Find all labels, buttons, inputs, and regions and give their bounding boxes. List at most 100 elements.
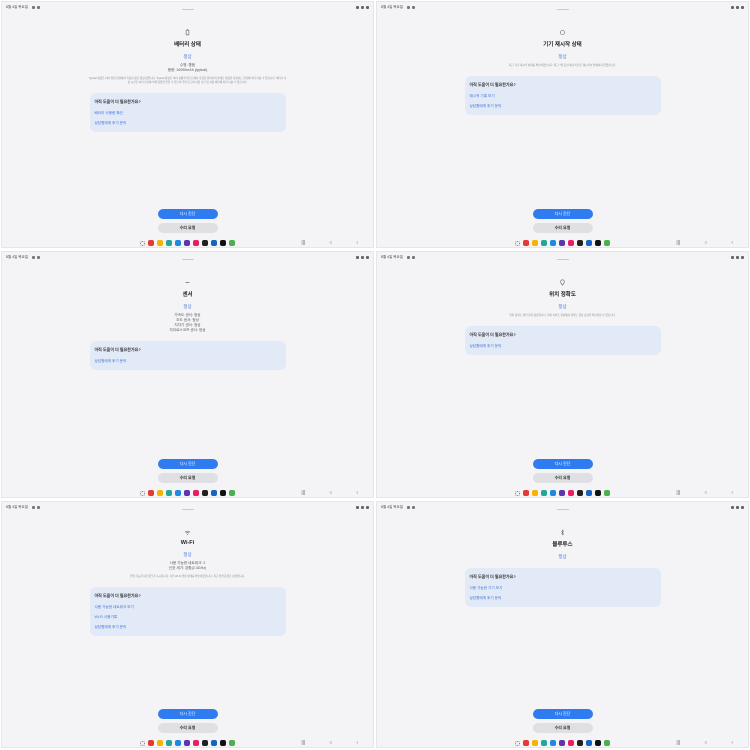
- taskbar-app-icon[interactable]: [202, 490, 208, 496]
- app-drawer-icon[interactable]: [140, 490, 145, 496]
- taskbar-app-icon[interactable]: [559, 490, 565, 496]
- repair-request-button[interactable]: 수리 요청: [157, 223, 218, 233]
- taskbar-app-icon[interactable]: [157, 490, 163, 496]
- app-drawer-icon[interactable]: [515, 490, 520, 496]
- retest-button[interactable]: 다시 진단: [157, 709, 218, 719]
- help-link[interactable]: 상담원에게 후기 문의: [470, 344, 656, 349]
- drag-handle[interactable]: [181, 259, 194, 260]
- taskbar-app-icon[interactable]: [184, 490, 190, 496]
- taskbar-app-icon[interactable]: [175, 740, 181, 746]
- drag-handle[interactable]: [181, 9, 194, 10]
- taskbar-app-icon[interactable]: [568, 240, 574, 246]
- taskbar-app-icon[interactable]: [193, 240, 199, 246]
- recent-apps-icon[interactable]: |||: [676, 490, 680, 496]
- help-link[interactable]: 상담원에게 후기 문의: [470, 596, 656, 601]
- taskbar-app-icon[interactable]: [157, 240, 163, 246]
- taskbar-app-icon[interactable]: [175, 240, 181, 246]
- taskbar-app-icon[interactable]: [595, 740, 601, 746]
- taskbar-app-icon[interactable]: [229, 740, 235, 746]
- taskbar-app-icon[interactable]: [166, 740, 172, 746]
- taskbar-app-icon[interactable]: [148, 240, 154, 246]
- taskbar-app-icon[interactable]: [604, 240, 610, 246]
- home-icon[interactable]: ○: [704, 490, 707, 496]
- home-icon[interactable]: ○: [329, 740, 332, 746]
- taskbar-app-icon[interactable]: [148, 490, 154, 496]
- taskbar-app-icon[interactable]: [229, 490, 235, 496]
- home-icon[interactable]: ○: [704, 240, 707, 246]
- taskbar-app-icon[interactable]: [604, 490, 610, 496]
- taskbar-app-icon[interactable]: [523, 490, 529, 496]
- taskbar-app-icon[interactable]: [568, 490, 574, 496]
- taskbar-app-icon[interactable]: [211, 740, 217, 746]
- drag-handle[interactable]: [556, 509, 569, 510]
- drag-handle[interactable]: [556, 9, 569, 10]
- taskbar-app-icon[interactable]: [568, 740, 574, 746]
- app-drawer-icon[interactable]: [515, 740, 520, 746]
- taskbar-app-icon[interactable]: [148, 740, 154, 746]
- taskbar-app-icon[interactable]: [523, 240, 529, 246]
- home-icon[interactable]: ○: [329, 240, 332, 246]
- taskbar-app-icon[interactable]: [532, 490, 538, 496]
- recent-apps-icon[interactable]: |||: [301, 490, 305, 496]
- recent-apps-icon[interactable]: |||: [301, 740, 305, 746]
- help-link[interactable]: 예시적 기록 보기: [470, 94, 656, 99]
- home-icon[interactable]: ○: [329, 490, 332, 496]
- retest-button[interactable]: 다시 진단: [532, 459, 593, 469]
- taskbar-app-icon[interactable]: [604, 740, 610, 746]
- taskbar-app-icon[interactable]: [541, 490, 547, 496]
- help-link[interactable]: 상담원에게 후기 문의: [470, 104, 656, 109]
- app-drawer-icon[interactable]: [515, 240, 520, 246]
- retest-button[interactable]: 다시 진단: [532, 209, 593, 219]
- repair-request-button[interactable]: 수리 요청: [532, 223, 593, 233]
- taskbar-app-icon[interactable]: [577, 740, 583, 746]
- taskbar-app-icon[interactable]: [559, 740, 565, 746]
- taskbar-app-icon[interactable]: [175, 490, 181, 496]
- app-drawer-icon[interactable]: [140, 240, 145, 246]
- taskbar-app-icon[interactable]: [586, 240, 592, 246]
- back-icon[interactable]: ‹: [356, 240, 358, 246]
- repair-request-button[interactable]: 수리 요청: [532, 473, 593, 483]
- retest-button[interactable]: 다시 진단: [532, 709, 593, 719]
- back-icon[interactable]: ‹: [356, 740, 358, 746]
- help-link[interactable]: 상담원에게 후기 문의: [95, 359, 281, 364]
- repair-request-button[interactable]: 수리 요청: [532, 723, 593, 733]
- help-link[interactable]: 상담원에게 후기 문의: [95, 121, 281, 126]
- drag-handle[interactable]: [556, 259, 569, 260]
- taskbar-app-icon[interactable]: [577, 490, 583, 496]
- help-link[interactable]: Wi-Fi 사용기록: [95, 615, 281, 620]
- taskbar-app-icon[interactable]: [586, 740, 592, 746]
- recent-apps-icon[interactable]: |||: [301, 240, 305, 246]
- help-link[interactable]: 사용 가능한 기기 보기: [470, 586, 656, 591]
- taskbar-app-icon[interactable]: [229, 240, 235, 246]
- taskbar-app-icon[interactable]: [532, 240, 538, 246]
- taskbar-app-icon[interactable]: [541, 240, 547, 246]
- taskbar-app-icon[interactable]: [595, 490, 601, 496]
- taskbar-app-icon[interactable]: [193, 490, 199, 496]
- taskbar-app-icon[interactable]: [193, 740, 199, 746]
- repair-request-button[interactable]: 수리 요청: [157, 473, 218, 483]
- help-link[interactable]: 사용 가능한 네트워크 보기: [95, 605, 281, 610]
- taskbar-app-icon[interactable]: [550, 740, 556, 746]
- recent-apps-icon[interactable]: |||: [676, 740, 680, 746]
- taskbar-app-icon[interactable]: [166, 240, 172, 246]
- taskbar-app-icon[interactable]: [577, 240, 583, 246]
- taskbar-app-icon[interactable]: [559, 240, 565, 246]
- taskbar-app-icon[interactable]: [595, 240, 601, 246]
- taskbar-app-icon[interactable]: [184, 240, 190, 246]
- taskbar-app-icon[interactable]: [220, 490, 226, 496]
- taskbar-app-icon[interactable]: [211, 490, 217, 496]
- back-icon[interactable]: ‹: [731, 490, 733, 496]
- taskbar-app-icon[interactable]: [586, 490, 592, 496]
- recent-apps-icon[interactable]: |||: [676, 240, 680, 246]
- retest-button[interactable]: 다시 진단: [157, 209, 218, 219]
- taskbar-app-icon[interactable]: [202, 240, 208, 246]
- help-link[interactable]: 배터리 사용량 확인: [95, 111, 281, 116]
- taskbar-app-icon[interactable]: [523, 740, 529, 746]
- taskbar-app-icon[interactable]: [541, 740, 547, 746]
- drag-handle[interactable]: [181, 509, 194, 510]
- repair-request-button[interactable]: 수리 요청: [157, 723, 218, 733]
- taskbar-app-icon[interactable]: [532, 740, 538, 746]
- back-icon[interactable]: ‹: [356, 490, 358, 496]
- back-icon[interactable]: ‹: [731, 740, 733, 746]
- taskbar-app-icon[interactable]: [220, 240, 226, 246]
